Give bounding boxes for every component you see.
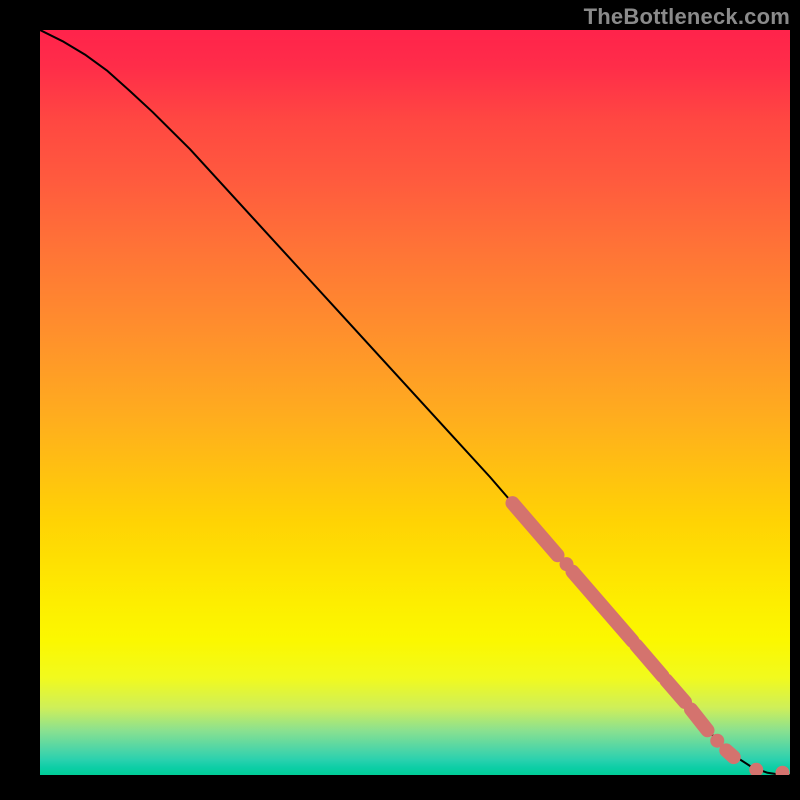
bottleneck-curve: [40, 30, 790, 775]
marker-segment: [573, 572, 633, 641]
curve-svg: [40, 30, 790, 775]
marker-segment: [726, 750, 734, 757]
marker-dot: [776, 766, 790, 775]
marker-dot: [749, 763, 763, 775]
watermark-label: TheBottleneck.com: [584, 4, 790, 30]
marker-segment: [636, 645, 662, 676]
marker-segment: [691, 709, 708, 730]
plot-area: [40, 30, 790, 775]
marker-segment: [666, 680, 685, 702]
markers-group: [513, 503, 790, 775]
chart-frame: TheBottleneck.com: [0, 0, 800, 800]
marker-segment: [513, 503, 558, 555]
